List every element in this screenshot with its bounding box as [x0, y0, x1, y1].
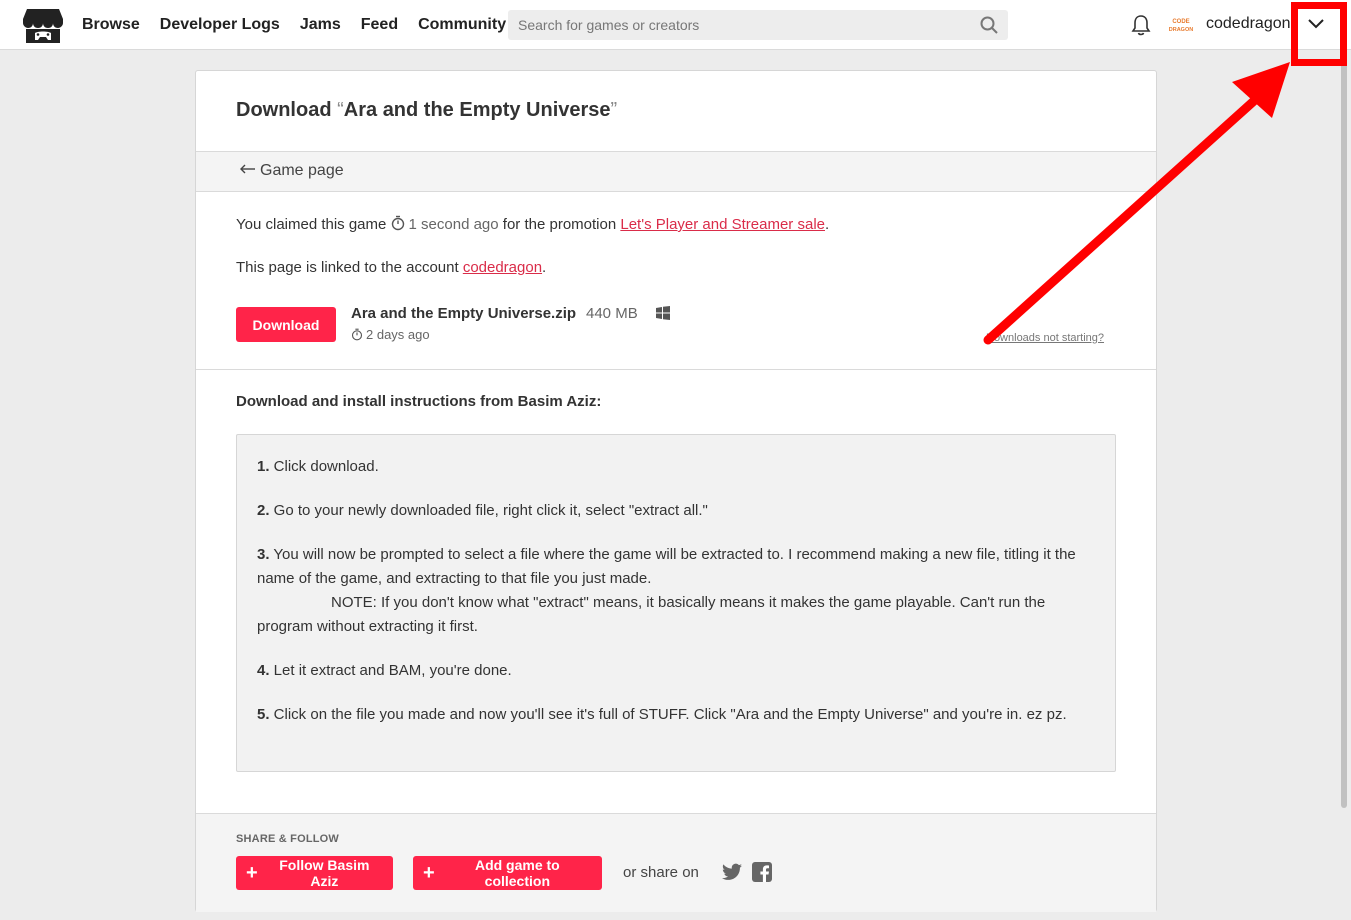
- linked-account-link[interactable]: codedragon: [463, 259, 542, 276]
- step-number: 1.: [257, 458, 270, 475]
- share-follow-bar: SHARE & FOLLOW + Follow Basim Aziz + Add g…: [196, 813, 1156, 912]
- instructions-box: 1. Click download. 2. Go to your newly d…: [236, 434, 1116, 772]
- step-text: Click on the file you made and now you'l…: [269, 706, 1067, 723]
- step-note: NOTE: If you don't know what "extract" m…: [257, 594, 1046, 635]
- follow-button[interactable]: + Follow Basim Aziz: [236, 856, 393, 890]
- windows-icon: [656, 306, 670, 320]
- step-text: You will now be prompted to select a fil…: [257, 546, 1076, 587]
- game-page-link[interactable]: Game page: [240, 162, 344, 180]
- promotion-link[interactable]: Let's Player and Streamer sale: [620, 216, 825, 233]
- nav-jams[interactable]: Jams: [300, 16, 341, 34]
- nav-feed[interactable]: Feed: [361, 16, 398, 34]
- game-page-link-label: Game page: [260, 162, 344, 179]
- follow-button-label: Follow Basim Aziz: [279, 857, 370, 889]
- linked-text: This page is linked to the account: [236, 259, 463, 276]
- add-to-collection-button[interactable]: + Add game to collection: [413, 856, 602, 890]
- annotation-highlight-box: [1291, 2, 1347, 66]
- claim-text-2: for the promotion: [498, 216, 621, 233]
- step-number: 2.: [257, 502, 270, 519]
- instruction-step-1: 1. Click download.: [257, 455, 1095, 479]
- search-box: [508, 10, 1008, 40]
- plus-icon: +: [423, 862, 435, 884]
- itchio-logo-icon[interactable]: [23, 7, 63, 45]
- step-number: 3.: [257, 546, 270, 563]
- claim-info: You claimed this game 1 second ago for t…: [236, 215, 829, 233]
- facebook-icon[interactable]: [752, 862, 772, 882]
- stopwatch-icon: [351, 328, 363, 341]
- bell-icon[interactable]: [1130, 13, 1152, 37]
- file-name: Ara and the Empty Universe.zip: [351, 305, 577, 322]
- file-size: 440 MB: [586, 305, 638, 322]
- stopwatch-icon: [391, 215, 404, 231]
- instruction-step-2: 2. Go to your newly downloaded file, rig…: [257, 499, 1095, 523]
- add-to-collection-label: Add game to collection: [474, 857, 560, 889]
- top-navbar: Browse Developer Logs Jams Feed Communit…: [0, 0, 1351, 50]
- page-scrollbar[interactable]: [1341, 56, 1347, 808]
- avatar-image: CODE DRAGON: [1169, 19, 1193, 33]
- nav-community[interactable]: Community: [418, 16, 506, 34]
- divider: [196, 369, 1156, 370]
- file-date-text: 2 days ago: [366, 327, 430, 342]
- avatar[interactable]: CODE DRAGON: [1168, 12, 1194, 38]
- page-title: Download “Ara and the Empty Universe”: [236, 99, 617, 122]
- step-text: Let it extract and BAM, you're done.: [269, 662, 512, 679]
- svg-text:CODE: CODE: [1172, 19, 1189, 25]
- plus-icon: +: [246, 862, 258, 884]
- claim-text: You claimed this game: [236, 216, 391, 233]
- back-bar: Game page: [196, 151, 1156, 192]
- nav-developer-logs[interactable]: Developer Logs: [160, 16, 280, 34]
- main-nav: Browse Developer Logs Jams Feed Communit…: [82, 0, 526, 50]
- instruction-step-5: 5. Click on the file you made and now yo…: [257, 703, 1095, 727]
- instructions-heading: Download and install instructions from B…: [236, 393, 602, 410]
- arrow-left-icon: [240, 164, 255, 174]
- svg-text:DRAGON: DRAGON: [1169, 27, 1193, 33]
- step-number: 4.: [257, 662, 270, 679]
- download-button[interactable]: Download: [236, 307, 336, 342]
- search-icon[interactable]: [980, 16, 998, 34]
- title-game-name: Ara and the Empty Universe: [343, 99, 611, 121]
- linked-text-end: .: [542, 259, 547, 276]
- claim-text-end: .: [825, 216, 830, 233]
- nav-browse[interactable]: Browse: [82, 16, 140, 34]
- title-close-quote: ”: [610, 99, 618, 121]
- downloads-not-starting-link[interactable]: Downloads not starting?: [986, 332, 1104, 344]
- instruction-step-3: 3. You will now be prompted to select a …: [257, 543, 1095, 639]
- twitter-icon[interactable]: [722, 863, 742, 881]
- step-text: Go to your newly downloaded file, right …: [269, 502, 708, 519]
- step-number: 5.: [257, 706, 270, 723]
- file-date: 2 days ago: [351, 327, 430, 342]
- search-input[interactable]: [508, 10, 968, 40]
- download-card: Download “Ara and the Empty Universe” Ga…: [195, 70, 1157, 912]
- username-label[interactable]: codedragon: [1206, 15, 1291, 33]
- title-prefix: Download: [236, 99, 338, 121]
- share-heading: SHARE & FOLLOW: [236, 833, 340, 845]
- or-share-label: or share on: [623, 864, 699, 881]
- instruction-step-4: 4. Let it extract and BAM, you're done.: [257, 659, 1095, 683]
- linked-account-info: This page is linked to the account coded…: [236, 259, 546, 276]
- title-open-quote: “: [337, 99, 344, 121]
- step-text: Click download.: [269, 458, 379, 475]
- claim-time: 1 second ago: [408, 216, 499, 233]
